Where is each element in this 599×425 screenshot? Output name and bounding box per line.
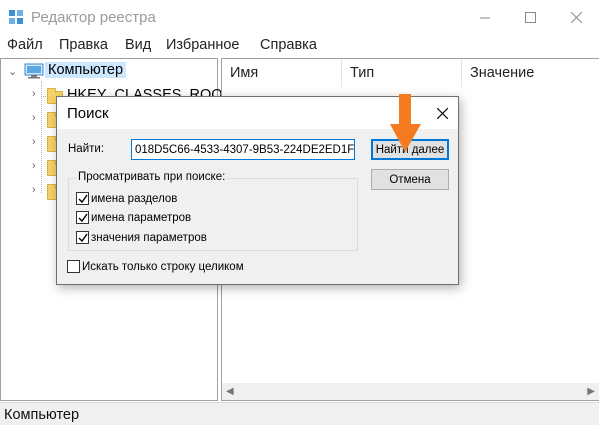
menu-file[interactable]: Файл bbox=[7, 37, 43, 53]
find-input-value: 018D5C66-4533-4307-9B53-224DE2ED1FE6 bbox=[135, 143, 355, 156]
minimize-button[interactable] bbox=[462, 0, 508, 35]
column-header-name[interactable]: Имя bbox=[222, 59, 342, 87]
maximize-icon bbox=[524, 12, 536, 23]
tree-item-computer[interactable]: Компьютер bbox=[45, 62, 127, 78]
checkbox-keys[interactable]: имена разделов bbox=[76, 192, 177, 205]
checkbox-label: значения параметров bbox=[91, 231, 207, 244]
column-header-value[interactable]: Значение bbox=[462, 59, 599, 87]
chevron-right-icon[interactable]: › bbox=[32, 136, 36, 148]
registry-editor-icon bbox=[9, 10, 23, 24]
close-window-button[interactable] bbox=[553, 0, 599, 35]
checkbox[interactable] bbox=[76, 231, 89, 244]
title-bar: Редактор реестра bbox=[0, 0, 599, 35]
status-bar: Компьютер bbox=[0, 402, 599, 425]
menu-help[interactable]: Справка bbox=[260, 37, 317, 53]
close-icon bbox=[570, 12, 582, 23]
chevron-right-icon[interactable]: › bbox=[32, 112, 36, 124]
computer-icon bbox=[24, 63, 44, 79]
checkmark-icon bbox=[78, 233, 88, 242]
checkbox-label: имена параметров bbox=[91, 211, 192, 224]
chevron-down-icon[interactable]: ⌄ bbox=[8, 65, 17, 78]
menu-bar: Файл Правка Вид Избранное Справка bbox=[0, 35, 599, 57]
annotation-arrow-icon bbox=[390, 94, 421, 152]
checkbox-label: имена разделов bbox=[91, 192, 178, 205]
checkbox[interactable] bbox=[76, 192, 89, 205]
horizontal-scrollbar[interactable]: ◀ ▶ bbox=[222, 383, 599, 400]
menu-edit[interactable]: Правка bbox=[59, 37, 108, 53]
menu-favorites[interactable]: Избранное bbox=[166, 37, 239, 53]
chevron-right-icon[interactable]: › bbox=[32, 160, 36, 172]
dialog-close-button[interactable] bbox=[426, 97, 458, 129]
checkbox-label: Искать только строку целиком bbox=[82, 260, 244, 273]
find-label: Найти: bbox=[68, 143, 105, 155]
close-icon bbox=[436, 107, 448, 119]
find-input[interactable]: 018D5C66-4533-4307-9B53-224DE2ED1FE6 bbox=[131, 139, 355, 160]
window-title: Редактор реестра bbox=[31, 9, 156, 26]
scroll-right-icon[interactable]: ▶ bbox=[587, 386, 595, 397]
column-header-type[interactable]: Тип bbox=[342, 59, 462, 87]
cancel-button[interactable]: Отмена bbox=[371, 169, 449, 190]
maximize-button[interactable] bbox=[507, 0, 553, 35]
checkbox-values[interactable]: имена параметров bbox=[76, 211, 191, 224]
checkbox[interactable] bbox=[76, 211, 89, 224]
tree-connector bbox=[41, 96, 46, 97]
scroll-left-icon[interactable]: ◀ bbox=[226, 386, 234, 397]
chevron-right-icon[interactable]: › bbox=[32, 184, 36, 196]
minimize-icon bbox=[479, 17, 490, 19]
checkbox[interactable] bbox=[67, 260, 80, 273]
dialog-title: Поиск bbox=[67, 105, 109, 122]
chevron-right-icon[interactable]: › bbox=[32, 88, 36, 100]
checkmark-icon bbox=[78, 194, 88, 203]
menu-view[interactable]: Вид bbox=[125, 37, 151, 53]
checkmark-icon bbox=[78, 213, 88, 222]
checkbox-match-whole-string[interactable]: Искать только строку целиком bbox=[67, 260, 244, 273]
checkbox-data[interactable]: значения параметров bbox=[76, 231, 207, 244]
look-at-label: Просматривать при поиске: bbox=[76, 171, 228, 183]
